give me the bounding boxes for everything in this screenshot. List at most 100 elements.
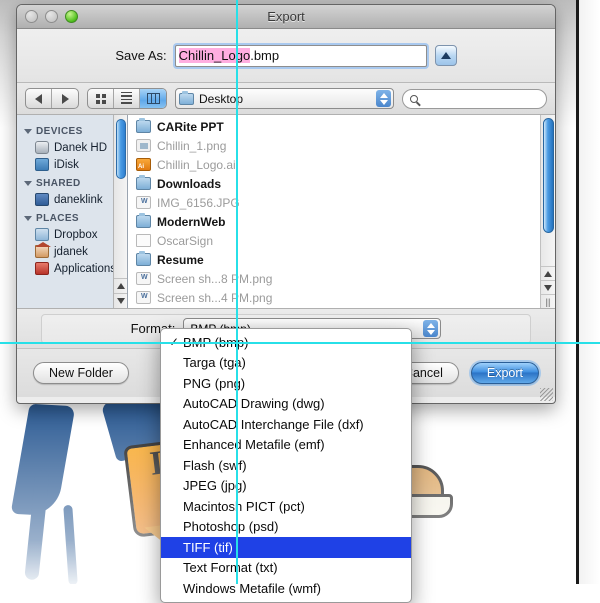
format-menu-item-label: Enhanced Metafile (emf) [183, 437, 325, 453]
file-list-item[interactable]: ModernWeb [128, 212, 555, 231]
file-list-item[interactable]: Chillin_Logo.ai [128, 155, 555, 174]
up-down-arrows-icon [376, 90, 391, 107]
format-menu-item[interactable]: AutoCAD Drawing (dwg) [161, 394, 411, 415]
format-menu-item[interactable]: Flash (swf) [161, 455, 411, 476]
browser-toolbar: Desktop [17, 83, 555, 115]
file-list-item[interactable]: Chillin_1.png [128, 136, 555, 155]
png-file-icon [136, 139, 151, 152]
file-list-scroll-up-button[interactable] [541, 266, 555, 280]
view-mode-buttons[interactable] [87, 88, 167, 109]
folder-icon [136, 251, 151, 266]
format-menu-item-label: AutoCAD Interchange File (dxf) [183, 416, 364, 432]
triangle-down-icon [116, 298, 125, 304]
sidebar-item-label: jdanek [54, 245, 88, 258]
file-name: Chillin_1.png [157, 138, 227, 153]
guide-line-vertical [236, 0, 238, 584]
window-title: Export [267, 9, 305, 24]
forward-button[interactable] [52, 89, 78, 108]
format-menu-item-label: AutoCAD Drawing (dwg) [183, 396, 325, 412]
file-list-item[interactable]: Downloads [128, 174, 555, 193]
format-menu-item[interactable]: PNG (png) [161, 373, 411, 394]
file-name-input[interactable]: Chillin_Logo .bmp [174, 44, 427, 67]
format-menu-item[interactable]: Macintosh PICT (pct) [161, 496, 411, 517]
sidebar-item-applications[interactable]: Applications [17, 260, 127, 277]
list-view-icon [121, 91, 132, 106]
zoom-button-icon[interactable] [65, 10, 78, 23]
navigation-buttons[interactable] [25, 88, 79, 109]
format-menu-item-label: TIFF (tif) [183, 539, 233, 555]
sidebar-scrollbar[interactable] [113, 115, 127, 308]
guide-line-horizontal [0, 342, 600, 344]
file-list-item[interactable]: IMG_6156.JPG [128, 193, 555, 212]
format-menu-item-label: Photoshop (psd) [183, 519, 279, 535]
file-list-scroll-arrows[interactable]: || [541, 266, 555, 308]
sidebar-section-places[interactable]: PLACES [17, 208, 127, 226]
chevron-right-icon [61, 93, 69, 104]
title-bar: Export [17, 5, 555, 29]
sidebar-scroll-down-button[interactable] [114, 293, 127, 308]
location-popup-button[interactable]: Desktop [175, 88, 394, 109]
sidebar-section-label: SHARED [36, 178, 81, 189]
file-list-item[interactable]: OscarSign [128, 231, 555, 250]
format-menu-item[interactable]: Photoshop (psd) [161, 517, 411, 538]
sidebar-section-shared[interactable]: SHARED [17, 173, 127, 191]
format-menu-item[interactable]: AutoCAD Interchange File (dxf) [161, 414, 411, 435]
sidebar-item-idisk[interactable]: iDisk [17, 156, 127, 173]
sidebar-item-danek-hd[interactable]: Danek HD [17, 139, 127, 156]
minimize-button-icon[interactable] [45, 10, 58, 23]
new-folder-button[interactable]: New Folder [33, 362, 129, 384]
export-button[interactable]: Export [470, 362, 539, 384]
triangle-up-icon [116, 283, 125, 289]
file-list-item[interactable]: Screen sh...8 PM.png [128, 269, 555, 288]
sidebar-item-dropbox[interactable]: Dropbox [17, 226, 127, 243]
sidebar-item-label: Dropbox [54, 228, 98, 241]
format-menu-item[interactable]: Enhanced Metafile (emf) [161, 435, 411, 456]
sidebar[interactable]: DEVICES Danek HD iDisk SHARED daneklink [17, 115, 128, 308]
file-list[interactable]: CARite PPT Chillin_1.png Chillin_Logo.ai… [128, 115, 555, 308]
format-menu-item[interactable]: Targa (tga) [161, 353, 411, 374]
save-as-bar: Save As: Chillin_Logo .bmp [17, 29, 555, 83]
file-name: Resume [157, 252, 204, 267]
triangle-down-icon [544, 284, 552, 291]
file-list-scrollbar-thumb[interactable] [543, 118, 554, 233]
format-menu-item[interactable]: JPEG (jpg) [161, 476, 411, 497]
file-list-item[interactable]: CARite PPT [128, 117, 555, 136]
sidebar-scrollbar-thumb[interactable] [116, 119, 126, 179]
file-list-scroll-down-button[interactable] [541, 280, 555, 294]
right-desktop-pane [579, 0, 600, 584]
icon-view-button[interactable] [88, 89, 114, 108]
file-list-item[interactable]: Resume [128, 250, 555, 269]
expand-browser-button[interactable] [434, 45, 457, 66]
file-list-scrollbar[interactable]: || [540, 115, 555, 308]
column-resize-grip[interactable]: || [541, 294, 555, 308]
column-view-button[interactable] [140, 89, 166, 108]
window-controls[interactable] [25, 10, 78, 23]
file-name: Downloads [157, 176, 222, 191]
hard-drive-icon [35, 141, 49, 154]
sidebar-item-label: Danek HD [54, 141, 108, 154]
sidebar-scroll-up-button[interactable] [114, 278, 127, 293]
file-name: Screen sh...8 PM.png [157, 271, 273, 286]
format-menu-item[interactable]: Text Format (txt) [161, 558, 411, 579]
sidebar-item-daneklink[interactable]: daneklink [17, 191, 127, 208]
format-dropdown-menu[interactable]: ✓BMP (bmp)Targa (tga)PNG (png)AutoCAD Dr… [160, 328, 412, 603]
home-icon [35, 242, 51, 258]
sidebar-item-jdanek[interactable]: jdanek [17, 242, 127, 260]
format-menu-item[interactable]: Windows Metafile (wmf) [161, 578, 411, 599]
format-menu-item[interactable]: TIFF (tif) [161, 537, 411, 558]
file-list-item[interactable]: Screen sh...4 PM.png [128, 288, 555, 307]
close-button-icon[interactable] [25, 10, 38, 23]
back-button[interactable] [26, 89, 52, 108]
triangle-up-icon [544, 270, 552, 277]
list-view-button[interactable] [114, 89, 140, 108]
window-resize-grip[interactable] [540, 388, 553, 401]
file-name: ModernWeb [157, 214, 226, 229]
folder-icon [136, 118, 151, 133]
sidebar-scroll-arrows[interactable] [114, 278, 127, 308]
search-input[interactable] [402, 88, 547, 109]
ai-file-icon [136, 158, 151, 171]
sidebar-section-devices[interactable]: DEVICES [17, 121, 127, 139]
file-name: CARite PPT [157, 119, 224, 134]
sidebar-section-label: PLACES [36, 213, 79, 224]
dropbox-folder-icon [35, 228, 49, 241]
